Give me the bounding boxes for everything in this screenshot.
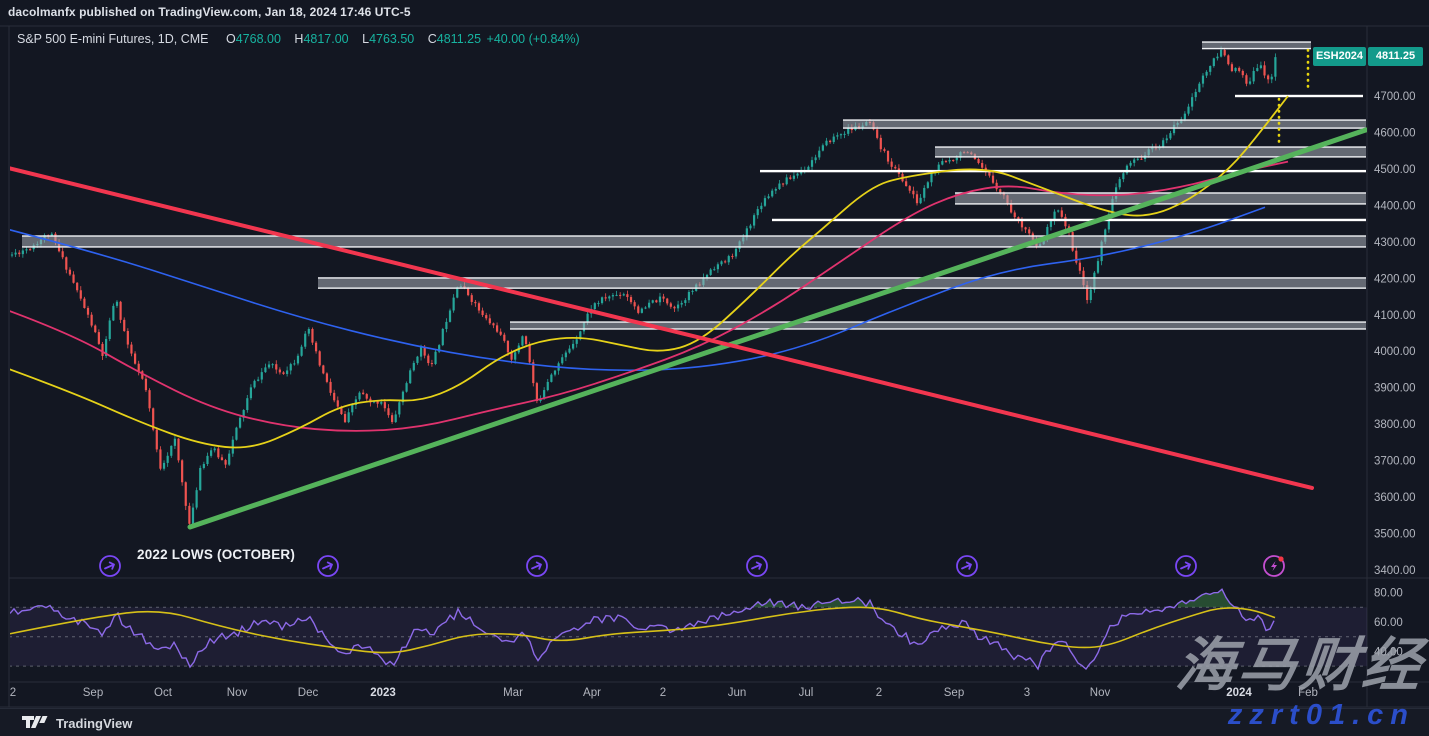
legend-close-label: C [428, 32, 437, 46]
price-pane[interactable] [0, 41, 1366, 527]
time-tick-label: Sep [944, 687, 964, 699]
price-tick-label: 4600.00 [1374, 127, 1416, 139]
time-tick-label: 2 [876, 687, 882, 699]
replay-arrow-icon[interactable] [1176, 556, 1196, 576]
time-tick-label: Mar [503, 687, 523, 699]
legend-open-value: 4768.00 [236, 32, 281, 46]
chart-legend[interactable]: S&P 500 E-mini Futures, 1D, CME O4768.00… [17, 32, 582, 46]
contract-badge: ESH2024 [1313, 47, 1366, 66]
legend-close-value: 4811.25 [437, 32, 481, 46]
watermark-site-url: zzrt01.cn [1228, 699, 1415, 732]
rsi-pane[interactable] [9, 589, 1367, 669]
tradingview-logo-icon[interactable] [22, 715, 48, 731]
replay-arrow-icon[interactable] [957, 556, 977, 576]
time-tick-label: Apr [583, 687, 601, 699]
price-tick-label: 4300.00 [1374, 237, 1416, 249]
price-tick-label: 4000.00 [1374, 346, 1416, 358]
price-tick-label: 3600.00 [1374, 492, 1416, 504]
replay-arrow-icon[interactable] [318, 556, 338, 576]
legend-low-value: 4763.50 [369, 32, 414, 46]
time-tick-label: Oct [154, 687, 173, 699]
time-tick-label: Nov [227, 687, 248, 699]
time-tick-label: 3 [1024, 687, 1030, 699]
time-axis[interactable]: 2SepOctNovDec2023MarApr2JunJul2Sep3Nov20… [10, 687, 1318, 699]
price-tick-label: 3500.00 [1374, 529, 1416, 541]
price-tick-label: 4500.00 [1374, 164, 1416, 176]
price-tick-label: 4100.00 [1374, 310, 1416, 322]
replay-arrow-icon[interactable] [527, 556, 547, 576]
price-tick-label: 3700.00 [1374, 456, 1416, 468]
time-tick-label: Dec [298, 687, 319, 699]
price-tick-label: 4200.00 [1374, 273, 1416, 285]
tradingview-brand[interactable]: TradingView [56, 716, 132, 731]
support-resistance-zones [22, 41, 1366, 329]
rsi-tick-label: 80.00 [1374, 588, 1403, 600]
tradingview-snapshot-page: dacolmanfx published on TradingView.com,… [0, 0, 1429, 736]
time-tick-label: Sep [83, 687, 103, 699]
legend-open-label: O [226, 32, 236, 46]
price-tick-label: 3400.00 [1374, 565, 1416, 577]
price-axis[interactable]: 4700.00 4600.00 4500.00 4400.00 4300.00 4200.… [1374, 91, 1416, 658]
price-tick-label: 3900.00 [1374, 383, 1416, 395]
footer-bar: TradingView [0, 708, 1429, 736]
time-tick-label: Jul [799, 687, 814, 699]
time-tick-label: Jun [728, 687, 747, 699]
time-tick-label: Nov [1090, 687, 1111, 699]
watermark-brand-cn: 海马财经 [1173, 618, 1429, 702]
legend-symbol[interactable]: S&P 500 E-mini Futures, 1D, CME [17, 32, 209, 46]
price-tick-label: 4400.00 [1374, 200, 1416, 212]
time-tick-label: 2023 [370, 687, 396, 699]
legend-high-value: 4817.00 [303, 32, 348, 46]
price-tick-label: 3800.00 [1374, 419, 1416, 431]
replay-arrow-icon[interactable] [747, 556, 767, 576]
last-price-badge: 4811.25 [1368, 47, 1423, 66]
flash-event-icon[interactable] [1264, 556, 1284, 576]
price-tick-label: 4700.00 [1374, 91, 1416, 103]
lows-annotation: 2022 LOWS (OCTOBER) [137, 547, 295, 562]
time-tick-label: 2 [10, 687, 16, 699]
legend-change: +40.00 (+0.84%) [487, 32, 580, 46]
time-tick-label: 2 [660, 687, 666, 699]
replay-arrow-icon[interactable] [100, 556, 120, 576]
